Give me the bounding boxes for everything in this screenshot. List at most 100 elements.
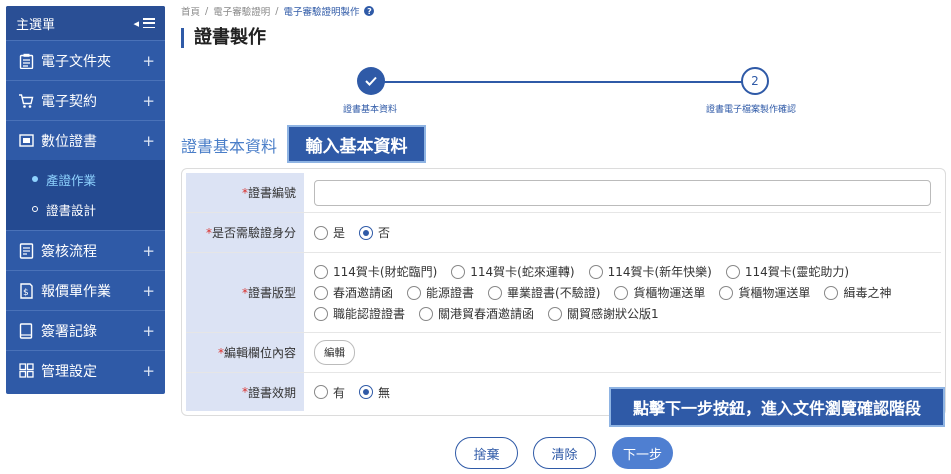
breadcrumb-level1[interactable]: 電子審驗證明 [213,4,270,18]
radio-template-option[interactable]: 職能認證證書 [314,305,405,322]
form-row-verify-identity: * 是否需驗證身分 是 否 [186,213,941,253]
radio-label: 關貿感謝狀公版1 [567,307,659,321]
breadcrumb-home[interactable]: 首頁 [181,4,200,18]
radio-label: 關港貿春酒邀請函 [438,307,535,321]
sidebar-item-document-folder[interactable]: 電子文件夾 + [6,40,165,80]
sidebar-subitem-label: 證書設計 [46,202,97,218]
discard-button[interactable]: 捨棄 [455,437,518,469]
section-title: 證書基本資料 [181,137,278,156]
radio-template-option[interactable]: 緝毒之神 [824,284,891,301]
radio-circle [824,285,839,300]
sidebar-item-label: 管理設定 [41,363,97,380]
sidebar-item-signing-records[interactable]: 簽署記錄 + [6,310,165,350]
radio-circle [314,285,328,300]
step-1-label: 證書基本資料 [343,105,398,115]
edit-fields-label: 編輯欄位內容 [223,346,296,360]
sidebar-submenu: 產證作業 證書設計 [6,160,165,230]
sidebar-item-label: 電子契約 [41,93,97,110]
radio-circle [488,285,503,300]
field-label: * 是否需驗證身分 [186,213,304,252]
radio-label: 貨櫃物運送單 [738,286,811,300]
plus-icon: + [142,131,155,150]
book-icon [18,322,34,339]
chevron-left-icon: ◂ [133,16,139,30]
radio-template-option[interactable]: 貨櫃物運送單 [614,284,705,301]
plus-icon: + [142,281,155,300]
sidebar-item-digital-certificate[interactable]: 數位證書 + [6,120,165,160]
radio-template-option[interactable]: 能源證書 [407,284,474,301]
document-icon [18,242,34,259]
sidebar-item-approval-flow[interactable]: 簽核流程 + [6,230,165,270]
radio-template-option[interactable]: 貨櫃物運送單 [719,284,810,301]
edit-button[interactable]: 編輯 [314,340,355,365]
cert-number-label: 證書編號 [247,186,296,200]
radio-circle [314,385,328,399]
radio-circle [548,306,563,321]
radio-template-option[interactable]: 春酒邀請函 [314,284,393,301]
sidebar-item-label: 簽署記錄 [41,323,97,340]
radio-label: 114賀卡(蛇來運轉) [470,265,575,279]
certificate-form: * 證書編號 * 是否需驗證身分 是 否 * 證書版型 114賀卡(財蛇臨門) … [181,168,946,416]
bullet-icon [32,206,38,212]
invoice-icon: $ [18,282,34,299]
app-root: 主選單 ◂ 電子文件夾 + 電子契約 + 數位證書 + 產證作業 證書設計 簽核… [0,0,951,474]
template-options: 114賀卡(財蛇臨門) 114賀卡(蛇來運轉) 114賀卡(新年快樂) 114賀卡(靈… [314,257,905,328]
sidebar-subitem-certificate-design[interactable]: 證書設計 [6,194,165,224]
field-value: 114賀卡(財蛇臨門) 114賀卡(蛇來運轉) 114賀卡(新年快樂) 114賀卡(靈… [304,253,941,332]
radio-verify-no[interactable]: 否 [359,224,390,241]
radio-label: 是 [333,226,346,240]
form-row-cert-number: * 證書編號 [186,173,941,213]
radio-template-option[interactable]: 114賀卡(蛇來運轉) [451,263,575,280]
template-label: 證書版型 [247,286,296,300]
help-icon[interactable]: ? [364,6,375,16]
template-option-row: 春酒邀請函 能源證書 畢業證書(不驗證) 貨櫃物運送單 貨櫃物運送單 緝毒之神 [314,284,905,301]
active-dot-icon [32,176,38,182]
radio-label: 畢業證書(不驗證) [507,286,601,300]
sidebar-item-label: 電子文件夾 [41,53,111,70]
plus-icon: + [142,51,155,70]
radio-label: 否 [378,226,391,240]
radio-template-option[interactable]: 畢業證書(不驗證) [488,284,600,301]
radio-circle-selected [359,225,374,240]
next-button[interactable]: 下一步 [612,437,673,469]
radio-circle [407,285,422,300]
radio-validity-yes[interactable]: 有 [314,384,345,401]
stepper-line [372,81,742,83]
radio-template-option[interactable]: 關貿感謝狀公版1 [548,305,659,322]
field-value [304,173,941,212]
radio-circle [614,285,629,300]
sidebar-item-quotation[interactable]: $ 報價單作業 + [6,270,165,310]
radio-label: 職能認證證書 [333,307,406,321]
radio-verify-yes[interactable]: 是 [314,224,345,241]
radio-template-option[interactable]: 關港貿春酒邀請函 [419,305,534,322]
annotation-callout: 點擊下一步按鈕，進入文件瀏覽確認階段 [609,387,945,427]
step-2-indicator: 2 [741,67,769,95]
clear-button[interactable]: 清除 [533,437,596,469]
radio-label: 114賀卡(財蛇臨門) [333,265,438,279]
plus-icon: + [142,321,155,340]
sidebar-item-admin-settings[interactable]: 管理設定 + [6,350,165,390]
plus-icon: + [142,91,155,110]
annotation-callout: 輸入基本資料 [287,125,426,163]
sidebar-title: 主選單 [16,17,56,33]
verify-identity-label: 是否需驗證身分 [211,226,296,240]
sidebar-item-label: 報價單作業 [41,283,111,300]
radio-validity-no[interactable]: 無 [359,384,390,401]
cert-number-input[interactable] [314,179,931,206]
step-1-indicator [357,67,385,95]
radio-template-option[interactable]: 114賀卡(財蛇臨門) [314,263,437,280]
field-label: * 證書編號 [186,173,304,212]
radio-circle [725,264,740,279]
radio-label: 貨櫃物運送單 [633,286,706,300]
page-title: 證書製作 [181,28,266,48]
field-label: * 證書效期 [186,373,304,411]
radio-template-option[interactable]: 114賀卡(靈蛇助力) [725,263,849,280]
sidebar: 主選單 ◂ 電子文件夾 + 電子契約 + 數位證書 + 產證作業 證書設計 簽核… [6,6,165,394]
sidebar-collapse-toggle[interactable]: ◂ [133,17,155,30]
svg-text:$: $ [23,288,29,298]
radio-label: 春酒邀請函 [333,286,394,300]
radio-template-option[interactable]: 114賀卡(新年快樂) [588,263,712,280]
sidebar-subitem-issue-certificate[interactable]: 產證作業 [6,164,165,194]
template-option-row: 114賀卡(財蛇臨門) 114賀卡(蛇來運轉) 114賀卡(新年快樂) 114賀卡(靈… [314,263,905,280]
sidebar-item-e-contract[interactable]: 電子契約 + [6,80,165,120]
